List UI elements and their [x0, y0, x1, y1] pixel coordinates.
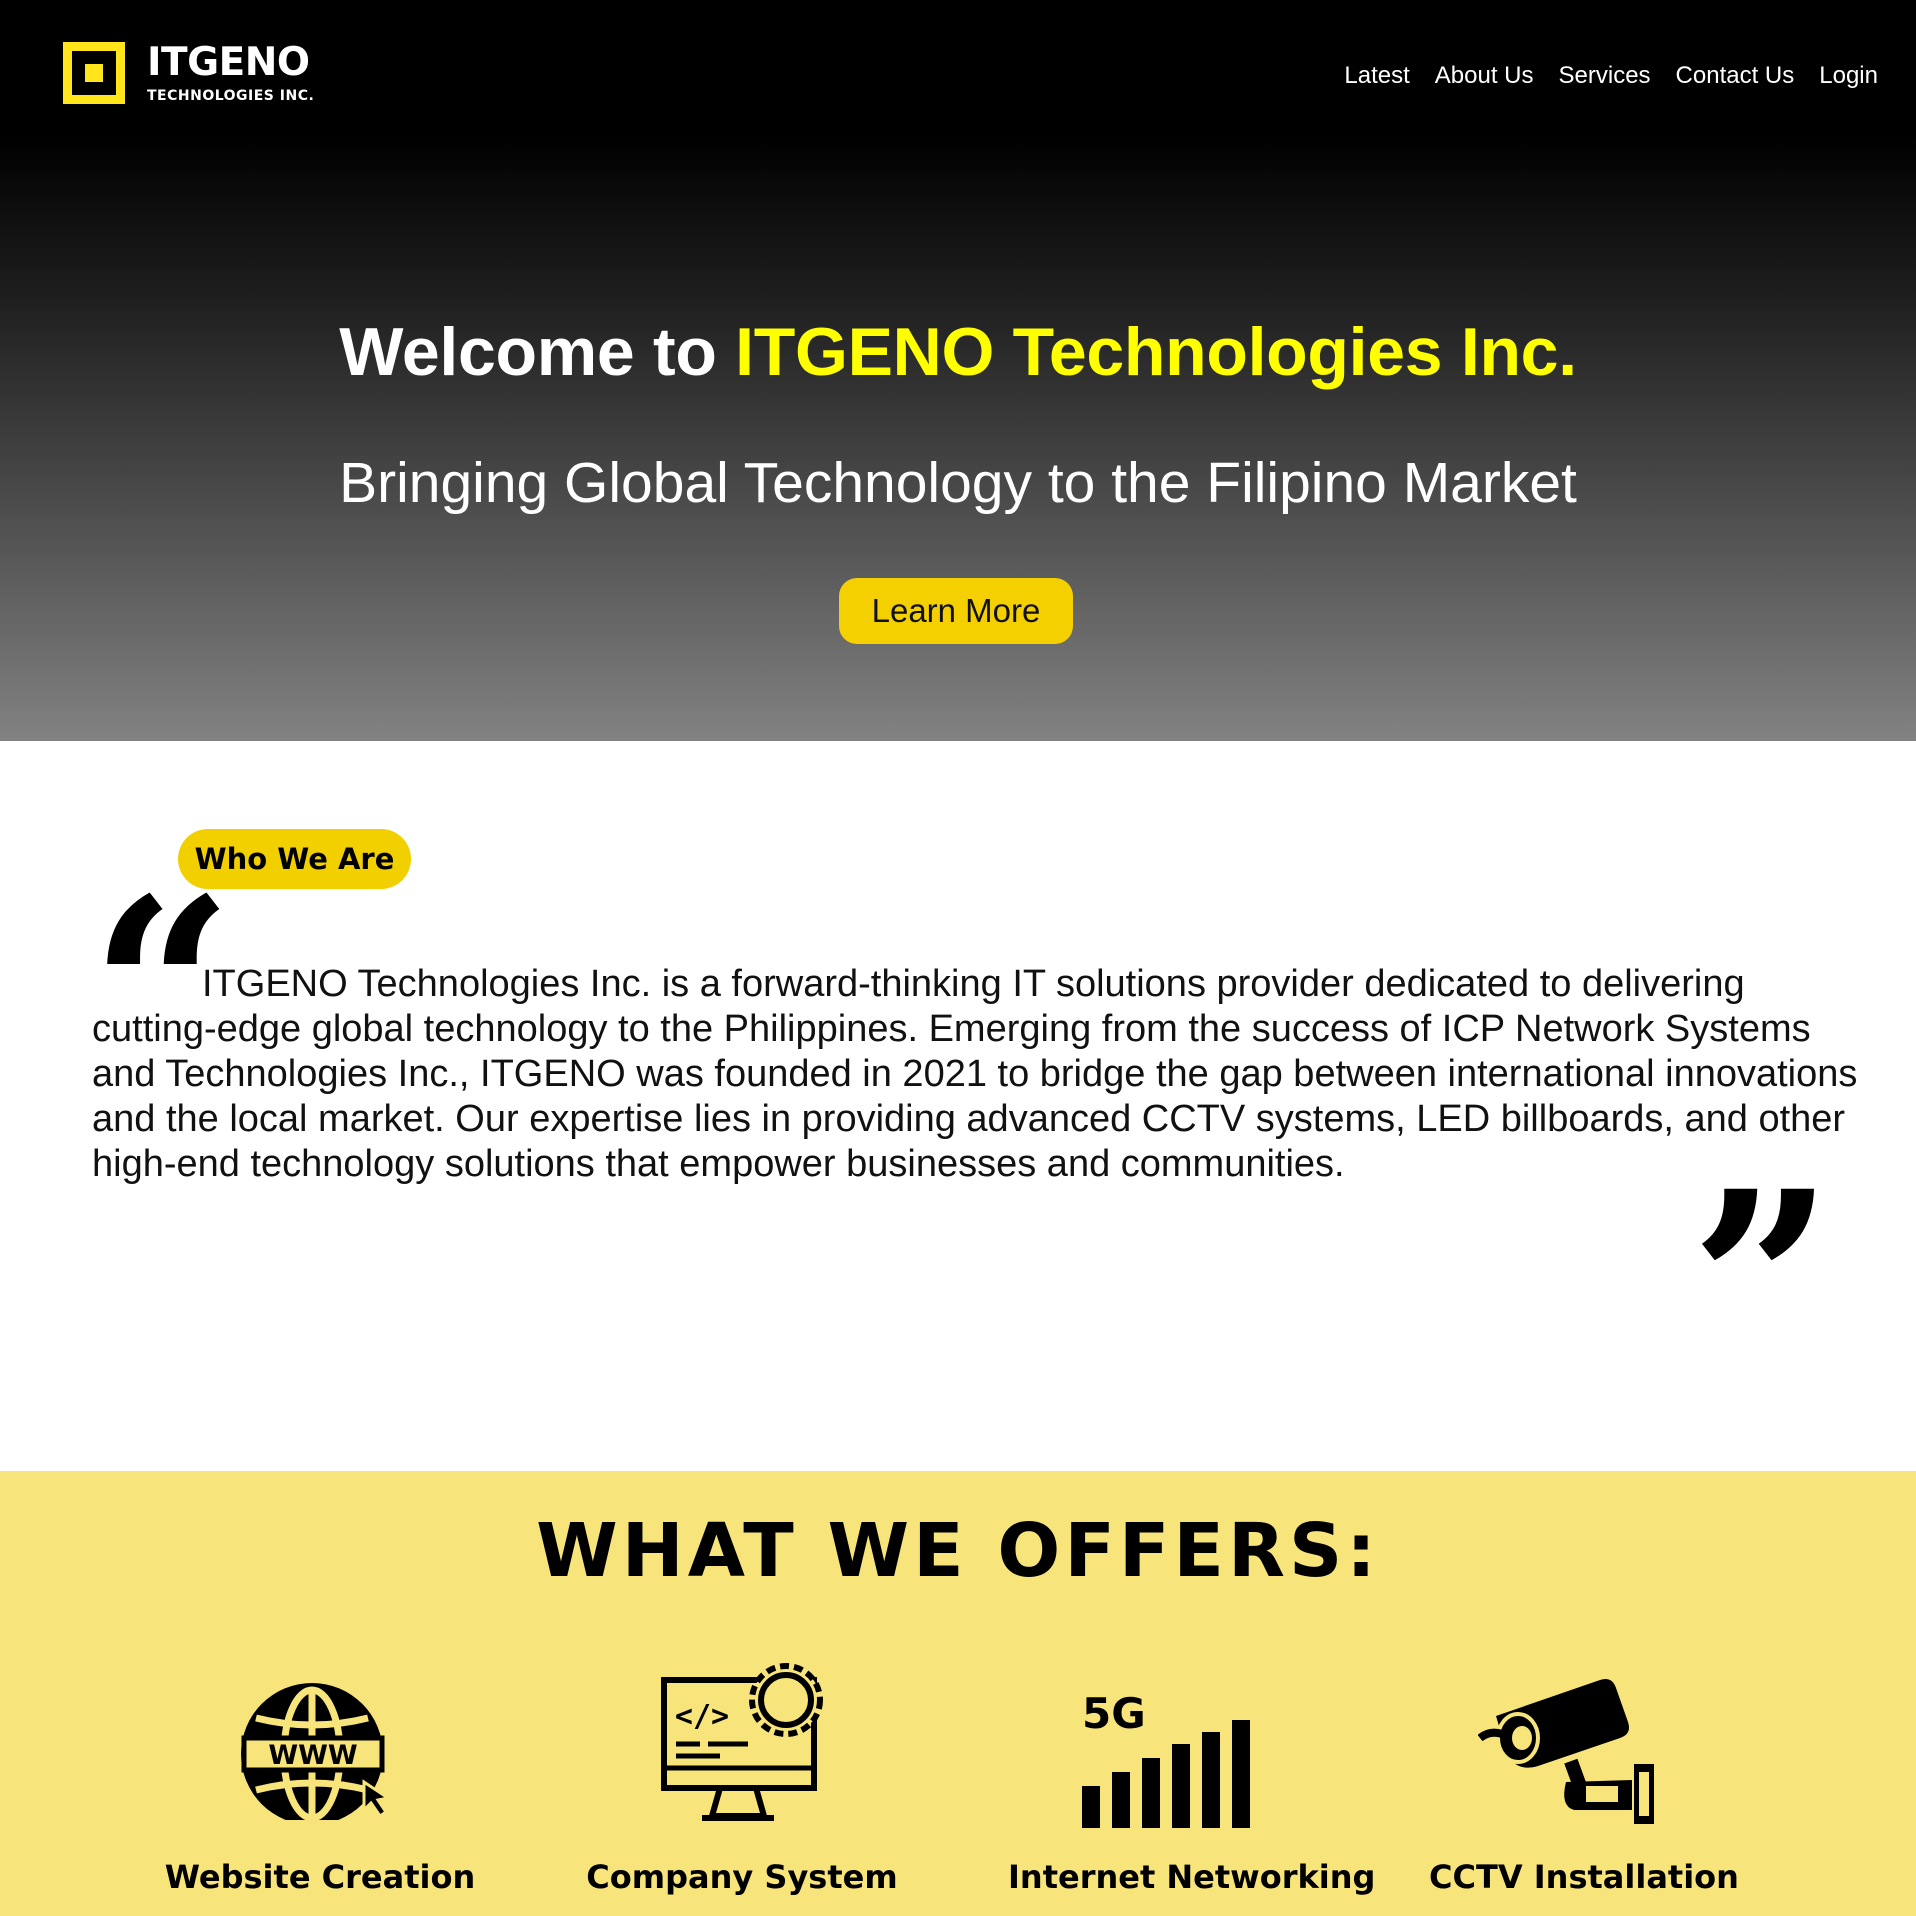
svg-text:5G: 5G [1082, 1689, 1146, 1738]
svg-text:WWW: WWW [268, 1740, 357, 1771]
learn-more-button[interactable]: Learn More [839, 578, 1073, 644]
logo-subtitle: TECHNOLOGIES INC. [147, 88, 315, 104]
nav-contact-us[interactable]: Contact Us [1676, 62, 1795, 90]
nav-about-us[interactable]: About Us [1435, 62, 1534, 90]
hero-title-prefix: Welcome to [339, 314, 736, 390]
globe-www-icon: WWW [241, 1683, 392, 1820]
monitor-code-gear-icon: </> [661, 1663, 823, 1821]
logo[interactable]: ITGENO TECHNOLOGIES INC. [63, 40, 323, 106]
about-text: ITGENO Technologies Inc. is a forward-th… [92, 963, 1858, 1185]
offer-label: CCTV Installation [1429, 1858, 1739, 1896]
signal-5g-icon: 5G [1082, 1689, 1250, 1828]
offers-title: WHAT WE OFFERS: [536, 1508, 1380, 1594]
main-nav: Latest About Us Services Contact Us Logi… [1344, 62, 1878, 90]
hero-section: ITGENO TECHNOLOGIES INC. Latest About Us… [0, 0, 1916, 741]
hero-title: Welcome to ITGENO Technologies Inc. [0, 313, 1916, 391]
close-quote-icon: ” [1690, 1136, 1834, 1430]
hero-subtitle: Bringing Global Technology to the Filipi… [339, 451, 1577, 515]
cctv-camera-icon [1478, 1679, 1654, 1824]
hero-title-highlight: ITGENO Technologies Inc. [735, 314, 1577, 390]
nav-services[interactable]: Services [1559, 62, 1651, 90]
logo-mark-icon [63, 42, 125, 104]
svg-text:</>: </> [675, 1699, 729, 1734]
nav-latest[interactable]: Latest [1344, 62, 1409, 90]
nav-login[interactable]: Login [1819, 62, 1878, 90]
offer-label: Company System [586, 1858, 898, 1896]
logo-name: ITGENO [147, 40, 310, 85]
offer-label: Internet Networking [1008, 1858, 1376, 1896]
offer-label: Website Creation [164, 1858, 476, 1896]
